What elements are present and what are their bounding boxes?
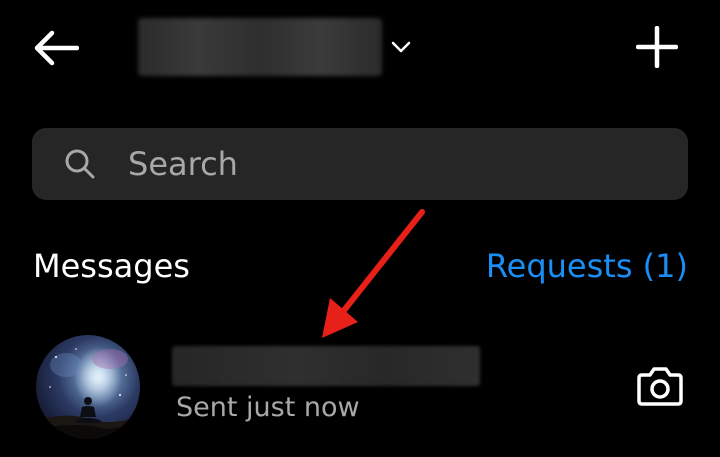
- new-message-button[interactable]: [628, 18, 686, 76]
- camera-button[interactable]: [634, 360, 686, 412]
- search-icon: [62, 146, 98, 182]
- chevron-down-icon: [390, 36, 412, 58]
- plus-icon: [636, 26, 678, 68]
- conversation-row[interactable]: Sent just now: [0, 330, 720, 457]
- camera-icon: [637, 367, 683, 406]
- annotation-arrow: [322, 209, 425, 338]
- direct-messages-screen: Messages Requests (1): [0, 0, 720, 457]
- message-status: Sent just now: [176, 392, 360, 423]
- requests-link[interactable]: Requests (1): [486, 244, 688, 288]
- contact-name: [172, 346, 480, 386]
- messages-heading: Messages: [33, 247, 190, 285]
- search-input[interactable]: [126, 133, 688, 195]
- avatar: [36, 335, 140, 439]
- account-switcher[interactable]: [138, 18, 412, 76]
- arrow-left-icon: [34, 30, 79, 66]
- search-bar[interactable]: [32, 128, 688, 200]
- back-button[interactable]: [28, 22, 84, 74]
- account-name: [138, 18, 382, 76]
